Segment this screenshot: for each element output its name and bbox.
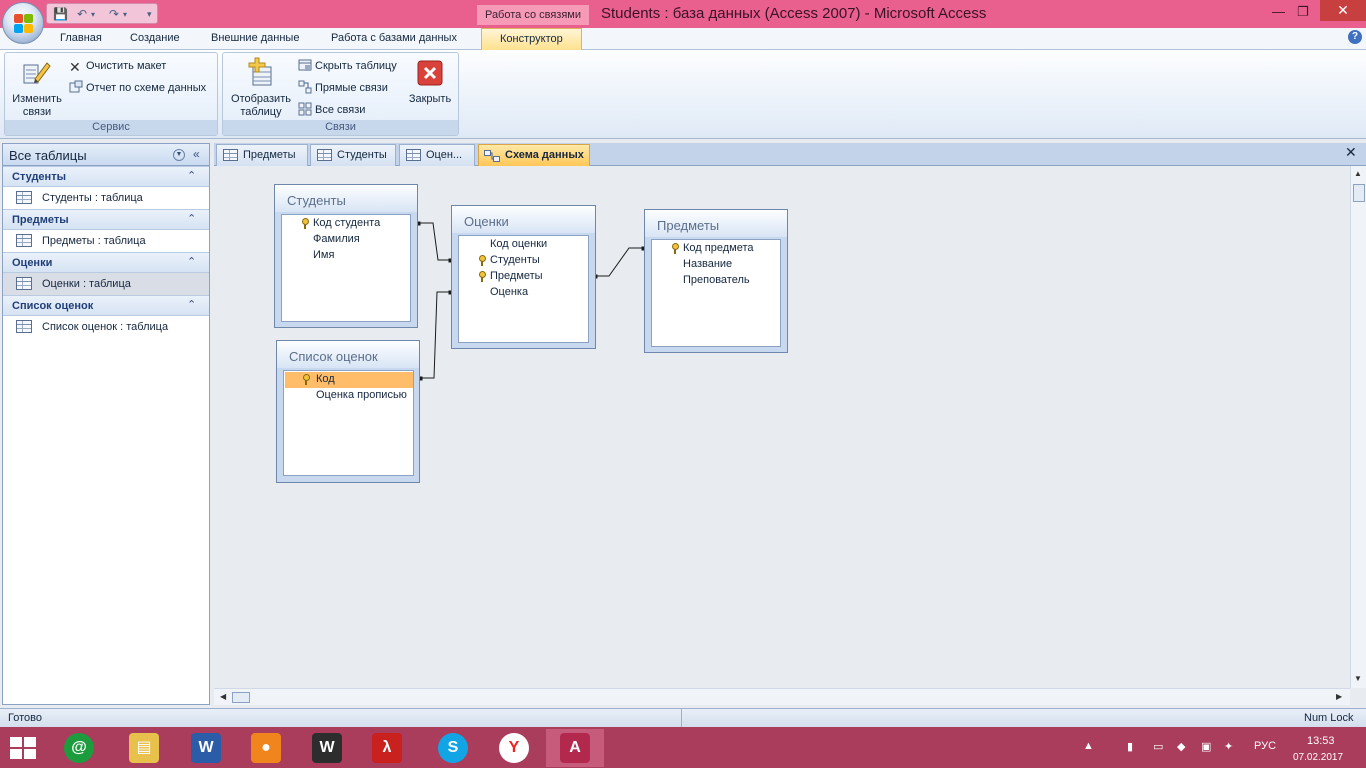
field-row[interactable]: Препователь	[671, 273, 779, 289]
field-row[interactable]: Код оценки	[478, 237, 588, 253]
relationship-line-grades-subjects	[596, 247, 645, 277]
taskbar-odnoklassniki[interactable]: ●	[237, 729, 295, 767]
field-row[interactable]: Предметы	[478, 269, 588, 285]
vertical-scrollbar[interactable]: ▲ ▼	[1350, 166, 1366, 688]
taskbar-acrobat[interactable]: λ	[358, 729, 416, 767]
relationship-line-students-grades	[419, 222, 452, 261]
field-list-body: Код оценки Студенты Предметы Оценка	[458, 235, 589, 343]
field-row[interactable]: Оценка	[478, 285, 588, 301]
field-row[interactable]: Код студента	[301, 216, 409, 232]
field-row[interactable]: Оценка прописью	[285, 388, 413, 404]
taskbar-word[interactable]: W	[177, 729, 235, 767]
taskbar-access[interactable]: A	[546, 729, 604, 767]
network-icon[interactable]: ▮	[1127, 740, 1133, 753]
status-text: Готово	[8, 712, 42, 724]
field-name: Код студента	[313, 217, 381, 229]
scroll-thumb[interactable]	[232, 692, 250, 703]
mail-agent-icon: @	[64, 733, 94, 763]
field-name: Студенты	[490, 254, 540, 266]
acrobat-icon: λ	[372, 733, 402, 763]
field-row[interactable]: Название	[671, 257, 779, 273]
field-name: Код	[316, 373, 335, 385]
display-icon[interactable]: ▣	[1201, 740, 1211, 753]
taskbar-world-of-tanks[interactable]: W	[298, 729, 356, 767]
primary-key-icon	[478, 255, 486, 266]
field-list-title: Список оценок	[289, 349, 378, 364]
yandex-browser-icon: Y	[499, 733, 529, 763]
field-row[interactable]: Имя	[301, 248, 409, 264]
scroll-up-icon[interactable]: ▲	[1354, 169, 1362, 178]
field-row[interactable]: Фамилия	[301, 232, 409, 248]
field-list-body: Код Оценка прописью	[283, 370, 414, 476]
field-name: Оценка прописью	[316, 389, 407, 401]
office-button[interactable]	[2, 2, 44, 44]
office-logo-icon	[14, 14, 34, 34]
scroll-thumb[interactable]	[1353, 184, 1365, 202]
field-name: Код предмета	[683, 242, 754, 254]
field-name: Предметы	[490, 270, 543, 282]
scroll-down-icon[interactable]: ▼	[1354, 674, 1362, 683]
horizontal-scrollbar[interactable]: ◀ ▶	[214, 688, 1350, 705]
scroll-left-icon[interactable]: ◀	[220, 692, 226, 701]
show-hidden-icons-icon[interactable]: ▲	[1083, 740, 1094, 752]
world-of-tanks-icon: W	[312, 733, 342, 763]
clock-date[interactable]: 07.02.2017	[1293, 752, 1343, 763]
field-list-grade-list[interactable]: Список оценок Код Оценка прописью	[276, 340, 420, 483]
field-name: Код оценки	[490, 238, 548, 250]
primary-key-icon	[302, 374, 310, 385]
field-list-grades[interactable]: Оценки Код оценки Студенты Предметы Оцен…	[451, 205, 596, 349]
field-list-subjects[interactable]: Предметы Код предмета Название Преповате…	[644, 209, 788, 353]
clock-time[interactable]: 13:53	[1307, 735, 1335, 747]
num-lock-indicator: Num Lock	[1304, 712, 1354, 724]
field-row[interactable]: Код предмета	[671, 241, 779, 257]
field-list-title-bar[interactable]: Список оценок	[277, 341, 419, 368]
folder-icon: ▤	[129, 733, 159, 763]
field-list-title: Оценки	[464, 214, 509, 229]
field-row[interactable]: Студенты	[478, 253, 588, 269]
scroll-right-icon[interactable]: ▶	[1336, 692, 1342, 701]
start-button[interactable]	[10, 737, 38, 759]
primary-key-icon	[671, 243, 679, 254]
relationship-line-gradelist-grades	[421, 291, 452, 379]
primary-key-icon	[301, 218, 309, 229]
field-list-title-bar[interactable]: Оценки	[452, 206, 595, 233]
field-name: Препователь	[683, 274, 750, 286]
word-icon: W	[191, 733, 221, 763]
app-tray-icon[interactable]: ◆	[1177, 740, 1185, 753]
field-list-title-bar[interactable]: Предметы	[645, 210, 787, 237]
field-list-body: Код студента Фамилия Имя	[281, 214, 411, 322]
field-name: Название	[683, 258, 733, 270]
field-list-title: Предметы	[657, 218, 720, 233]
battery-icon[interactable]: ▭	[1153, 740, 1163, 753]
field-row-selected[interactable]: Код	[285, 372, 413, 388]
language-indicator[interactable]: РУС	[1254, 740, 1276, 752]
field-name: Фамилия	[313, 233, 360, 245]
status-separator	[681, 709, 682, 727]
taskbar-mail-app[interactable]: @	[50, 729, 108, 767]
primary-key-icon	[478, 271, 486, 282]
update-icon[interactable]: ✦	[1224, 740, 1233, 753]
field-list-students[interactable]: Студенты Код студента Фамилия Имя	[274, 184, 418, 328]
access-icon: A	[560, 733, 590, 763]
status-bar: Готово Num Lock	[0, 708, 1366, 727]
skype-icon: S	[438, 733, 468, 763]
taskbar-yandex-browser[interactable]: Y	[485, 729, 543, 767]
relationship-lines	[416, 221, 646, 381]
taskbar-explorer[interactable]: ▤	[115, 729, 173, 767]
taskbar-skype[interactable]: S	[424, 729, 482, 767]
taskbar: @ ▤ W ● W λ S Y A ▲ ▮ ▭ ◆ ▣ ✦ РУС	[0, 727, 1366, 768]
field-name: Имя	[313, 249, 335, 261]
odnoklassniki-icon: ●	[251, 733, 281, 763]
field-list-title: Студенты	[287, 193, 346, 208]
field-list-body: Код предмета Название Препователь	[651, 239, 781, 347]
field-list-title-bar[interactable]: Студенты	[275, 185, 417, 212]
field-name: Оценка	[490, 286, 529, 298]
